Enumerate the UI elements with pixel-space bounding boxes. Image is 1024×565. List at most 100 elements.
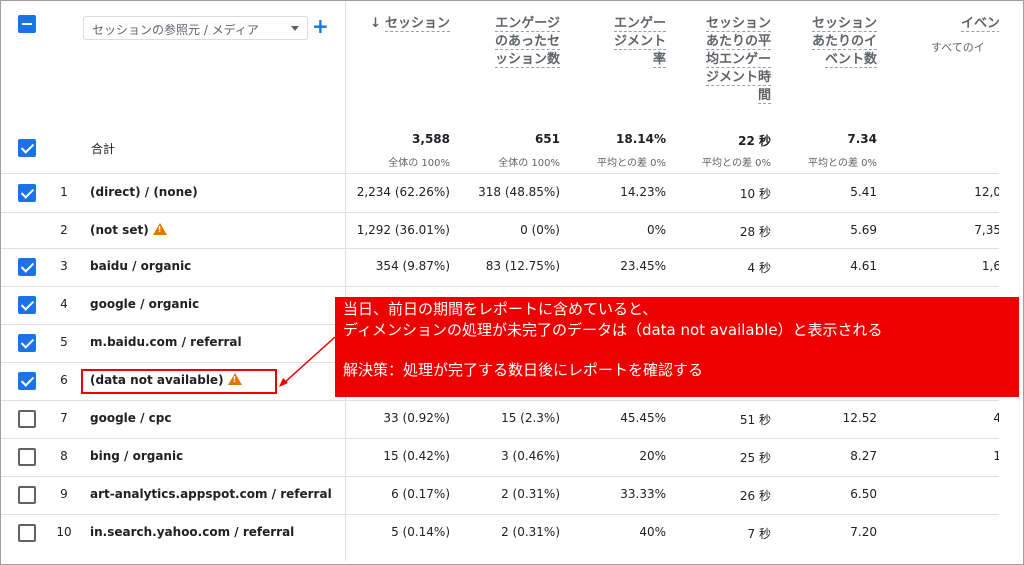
column-header-rate[interactable]: エンゲー ジメント率: [566, 15, 666, 69]
row-checkbox[interactable]: [18, 296, 36, 314]
column-header-sessions[interactable]: ↓ セッション: [349, 15, 450, 33]
table-row[interactable]: 2 (not set) 1,292 (36.01%) 0 (0%) 0% 28 秒 5.69…: [1, 212, 1001, 250]
cell-sessions: 5 (0.14%): [391, 525, 450, 539]
cell-engaged: 2 (0.31%): [501, 525, 560, 539]
dimension-dropdown[interactable]: セッションの参照元 / メディア: [83, 16, 308, 40]
row-dimension-label: bing / organic: [90, 449, 184, 463]
row-dimension-label: art-analytics.appspot.com / referral: [90, 487, 332, 501]
row-dimension-label: google / cpc: [90, 411, 172, 425]
table-row[interactable]: 10 in.search.yahoo.com / referral 5 (0.14%…: [1, 514, 1001, 552]
annotation-callout: 当日、前日の期間をレポートに含めていると、 ディメンションの処理が未完了のデータ…: [335, 297, 1019, 397]
table-row[interactable]: 9 art-analytics.appspot.com / referral 6 (…: [1, 476, 1001, 514]
total-subtext: 平均との差 0%: [808, 158, 877, 169]
cell-events_per: 6.50: [850, 487, 877, 501]
total-label: 合計: [91, 142, 116, 156]
table-row[interactable]: 7 google / cpc 33 (0.92%) 15 (2.3%) 45.45% 51…: [1, 400, 1001, 438]
callout-line-3: 解決策：処理が完了する数日後にレポートを確認する: [343, 361, 704, 379]
add-dimension-icon[interactable]: +: [312, 15, 329, 37]
cell-rate: 20%: [639, 449, 666, 463]
cell-events_per: 4.61: [850, 259, 877, 273]
callout-line-1: 当日、前日の期間をレポートに含めていると、: [343, 300, 658, 318]
column-header-line: 間: [757, 88, 771, 104]
row-checkbox[interactable]: [18, 334, 36, 352]
cell-sessions: 1,292 (36.01%): [356, 223, 450, 237]
highlight-box: [81, 369, 277, 394]
row-dimension[interactable]: google / cpc: [90, 411, 171, 425]
table-right-edge: [999, 1, 1023, 561]
column-header-line: のあったセ: [494, 34, 560, 50]
row-checkbox[interactable]: [18, 448, 36, 466]
row-number: 5: [60, 335, 68, 349]
row-dimension[interactable]: in.search.yahoo.com / referral: [90, 525, 294, 539]
column-header-avg_time[interactable]: セッション あたりの平 均エンゲー ジメント時間: [671, 15, 771, 105]
row-dimension[interactable]: baidu / organic: [90, 259, 191, 273]
total-value: 22 秒: [738, 134, 771, 148]
row-checkbox[interactable]: [18, 524, 36, 542]
row-checkbox[interactable]: [18, 372, 36, 390]
row-checkbox[interactable]: [18, 486, 36, 504]
select-all-checkbox[interactable]: [18, 15, 36, 33]
row-dimension[interactable]: art-analytics.appspot.com / referral: [90, 487, 332, 501]
sort-arrow-icon[interactable]: ↓: [370, 16, 381, 31]
column-header-line: セッション: [811, 16, 877, 32]
dimension-dropdown-label: セッションの参照元 / メディア: [92, 23, 259, 37]
row-number: 4: [60, 297, 68, 311]
cell-engaged: 318 (48.85%): [478, 185, 560, 199]
table-row[interactable]: 1 (direct) / (none) 2,234 (62.26%) 318 (48.…: [1, 174, 1001, 212]
row-number: 2: [60, 223, 68, 237]
column-header-events_per[interactable]: セッション あたりのイ ベント数: [776, 15, 877, 69]
warning-icon[interactable]: [152, 223, 167, 235]
row-dimension[interactable]: (not set): [90, 223, 167, 237]
row-dimension-label: in.search.yahoo.com / referral: [90, 525, 295, 539]
total-value: 651: [534, 132, 560, 146]
table-row[interactable]: 8 bing / organic 15 (0.42%) 3 (0.46%) 20% 25 …: [1, 438, 1001, 476]
total-value: 18.14%: [616, 132, 666, 146]
row-number: 6: [60, 373, 68, 387]
cell-engaged: 83 (12.75%): [485, 259, 560, 273]
row-dimension[interactable]: (direct) / (none): [90, 185, 198, 199]
total-subtext: 全体の 100%: [498, 158, 560, 169]
cell-events: 7,35: [974, 223, 1001, 237]
column-header-line: イベン: [961, 16, 1001, 32]
cell-avg_time: 51 秒: [739, 413, 771, 427]
cell-engaged: 0 (0%): [520, 223, 560, 237]
cell-avg_time: 25 秒: [739, 451, 771, 465]
row-dimension[interactable]: google / organic: [90, 297, 199, 311]
row-number: 1: [60, 185, 68, 199]
row-dimension[interactable]: m.baidu.com / referral: [90, 335, 242, 349]
column-header-engaged[interactable]: エンゲージ のあったセ ッション数: [456, 15, 560, 69]
total-subtext: 平均との差 0%: [597, 158, 666, 169]
row-number: 10: [56, 525, 72, 539]
cell-rate: 45.45%: [620, 411, 666, 425]
cell-avg_time: 10 秒: [739, 187, 771, 201]
total-checkbox[interactable]: [18, 139, 36, 157]
cell-engaged: 15 (2.3%): [501, 411, 560, 425]
row-dimension-label: m.baidu.com / referral: [90, 335, 242, 349]
row-dimension-label: (not set): [90, 223, 149, 237]
row-number: 3: [60, 259, 68, 273]
table-row[interactable]: 3 baidu / organic 354 (9.87%) 83 (12.75%) 23…: [1, 248, 1001, 286]
column-header-line: セッション: [384, 16, 450, 32]
cell-events: 12,0: [974, 185, 1001, 199]
row-dimension[interactable]: bing / organic: [90, 449, 183, 463]
cell-rate: 23.45%: [620, 259, 666, 273]
column-header-line: 率: [652, 52, 666, 68]
total-value: 3,588: [412, 132, 450, 146]
row-number: 7: [60, 411, 68, 425]
row-dimension-label: baidu / organic: [90, 259, 192, 273]
cell-sessions: 33 (0.92%): [383, 411, 450, 425]
cell-events: 4: [993, 411, 1001, 425]
column-header-line: セッション: [705, 16, 771, 32]
column-header-sub: すべてのイ: [931, 41, 985, 54]
row-checkbox[interactable]: [18, 258, 36, 276]
cell-sessions: 15 (0.42%): [383, 449, 450, 463]
cell-events: 1,6: [981, 259, 1001, 273]
row-number: 8: [60, 449, 68, 463]
report-table-panel: セッションの参照元 / メディア + ↓ セッション エンゲージ のあったセ ッション数…: [0, 0, 1024, 565]
row-checkbox[interactable]: [18, 184, 36, 202]
row-checkbox[interactable]: [18, 410, 36, 428]
column-header-line: あたりの平: [705, 34, 771, 50]
cell-events_per: 8.27: [850, 449, 877, 463]
cell-events_per: 12.52: [842, 411, 877, 425]
cell-engaged: 3 (0.46%): [501, 449, 560, 463]
